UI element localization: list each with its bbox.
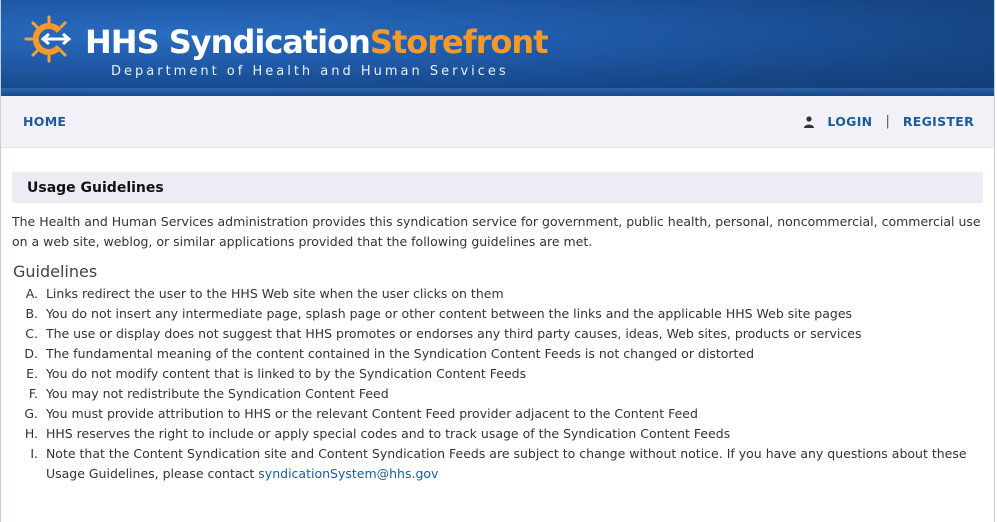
guideline-item: A. Links redirect the user to the HHS We…: [12, 284, 983, 304]
guideline-item: G. You must provide attribution to HHS o…: [12, 404, 983, 424]
guideline-item: H. HHS reserves the right to include or …: [12, 424, 983, 444]
guideline-item: C. The use or display does not suggest t…: [12, 324, 983, 344]
guideline-marker: H.: [24, 426, 38, 441]
logo-sun-arrows-icon: [24, 15, 72, 63]
site-title: HHS SyndicationStorefront: [85, 22, 549, 62]
site-subtitle: Department of Health and Human Services: [111, 64, 509, 79]
guideline-text: Links redirect the user to the HHS Web s…: [45, 286, 504, 301]
user-icon: [804, 115, 815, 128]
nav-login-link[interactable]: LOGIN: [827, 114, 872, 129]
header-banner: HHS SyndicationStorefront Department of …: [1, 0, 994, 96]
page-frame: HHS SyndicationStorefront Department of …: [0, 0, 995, 522]
guideline-marker: A.: [25, 286, 38, 301]
site-title-syndication: Syndication: [168, 23, 371, 61]
guideline-item: B. You do not insert any intermediate pa…: [12, 304, 983, 324]
guideline-item: D. The fundamental meaning of the conten…: [12, 344, 983, 364]
guideline-text: You do not modify content that is linked…: [45, 366, 527, 381]
guideline-marker: G.: [24, 406, 38, 421]
guideline-marker: I.: [30, 446, 38, 461]
guideline-marker: E.: [26, 366, 38, 381]
guideline-text: The use or display does not suggest that…: [45, 326, 862, 341]
guideline-marker: C.: [25, 326, 38, 341]
guideline-item: F. You may not redistribute the Syndicat…: [12, 384, 983, 404]
section-header: Usage Guidelines: [12, 172, 983, 203]
guideline-text: You do not insert any intermediate page,…: [45, 306, 853, 321]
nav-home-link[interactable]: HOME: [23, 114, 66, 129]
guideline-marker: B.: [25, 306, 38, 321]
guideline-marker: F.: [28, 386, 38, 401]
guideline-item: E. You do not modify content that is lin…: [12, 364, 983, 384]
guideline-text: HHS reserves the right to include or app…: [45, 426, 731, 441]
guideline-item: I. Note that the Content Syndication sit…: [12, 444, 983, 484]
contact-email-link[interactable]: syndicationSystem@hhs.gov: [258, 466, 438, 481]
guideline-text: Note that the Content Syndication site a…: [46, 444, 983, 484]
guideline-text: The fundamental meaning of the content c…: [45, 346, 755, 361]
guideline-text-main: Note that the Content Syndication site a…: [45, 446, 967, 481]
guidelines-list: A. Links redirect the user to the HHS We…: [12, 284, 983, 484]
site-title-hhs: HHS: [85, 23, 160, 61]
top-navbar: HOME LOGIN | REGISTER: [1, 96, 994, 148]
nav-account-links: LOGIN | REGISTER: [804, 114, 974, 129]
guideline-text: You may not redistribute the Syndication…: [45, 386, 389, 401]
nav-separator: |: [885, 114, 890, 129]
intro-paragraph: The Health and Human Services administra…: [12, 214, 981, 249]
guidelines-heading: Guidelines: [13, 262, 98, 281]
main-content: Usage Guidelines The Health and Human Se…: [1, 172, 994, 484]
guideline-marker: D.: [24, 346, 38, 361]
guideline-text: You must provide attribution to HHS or t…: [45, 406, 698, 421]
site-title-storefront: Storefront: [369, 23, 549, 61]
page-title: Usage Guidelines: [27, 179, 164, 196]
nav-register-link[interactable]: REGISTER: [903, 114, 974, 129]
